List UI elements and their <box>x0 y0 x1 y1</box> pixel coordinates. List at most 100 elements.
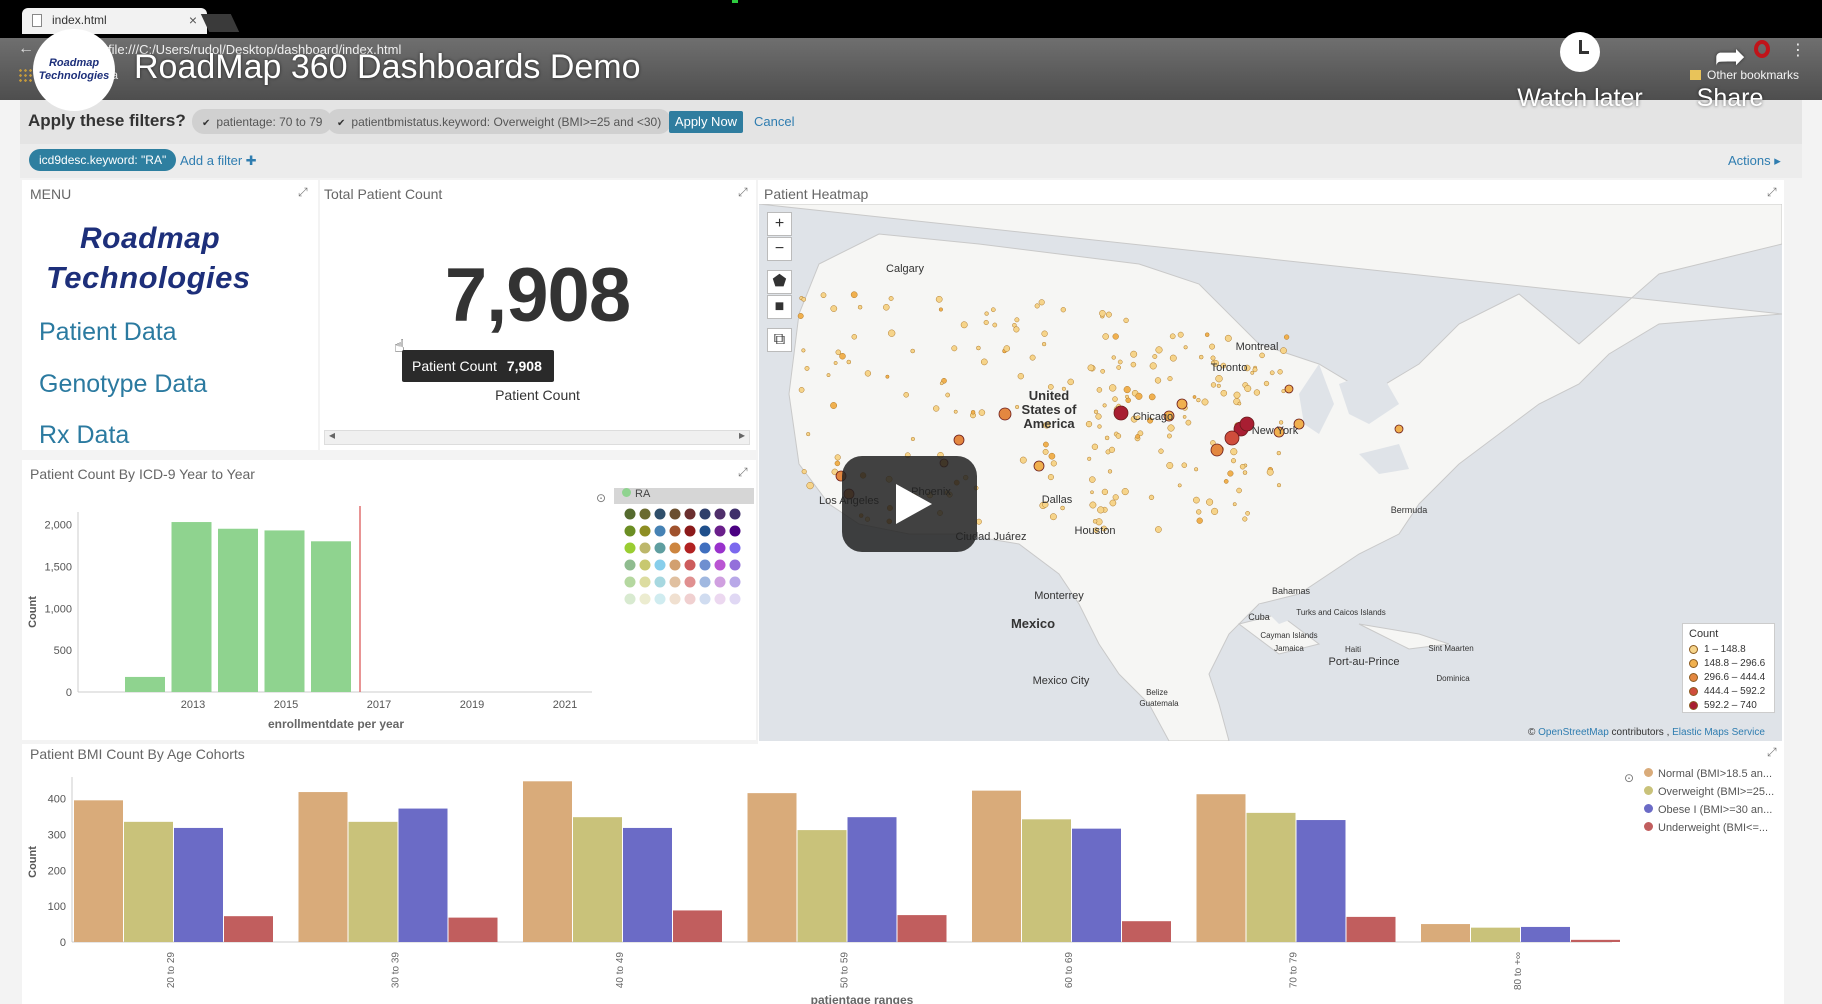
heatmap-marker <box>970 410 976 415</box>
osm-link[interactable]: OpenStreetMap <box>1538 727 1609 738</box>
series-color-picker[interactable]: RA <box>614 488 754 504</box>
heatmap-marker <box>1230 448 1238 456</box>
legend-item: 592.2 – 740 <box>1689 698 1768 712</box>
map-place-label: Mexico City <box>1033 675 1090 687</box>
scroll-left-icon[interactable]: ◂ <box>329 428 335 442</box>
pending-filter-pill[interactable]: patientage: 70 to 79 <box>192 109 333 134</box>
close-tab-icon[interactable]: × <box>189 12 197 28</box>
heatmap-marker <box>1250 370 1255 375</box>
map-place-label: Belize <box>1146 688 1168 697</box>
heatmap-marker <box>1237 401 1242 406</box>
color-swatch <box>654 559 666 571</box>
expand-icon[interactable]: ⤢ <box>738 185 748 200</box>
heatmap-marker <box>975 518 982 525</box>
color-swatch <box>729 593 741 605</box>
heatmap-marker <box>820 292 827 299</box>
bmi-bar <box>797 830 847 942</box>
bmi-bar <box>1296 820 1346 942</box>
heatmap-marker <box>806 432 811 437</box>
attribution-prefix: © <box>1528 727 1539 738</box>
bmi-bar <box>1521 926 1570 942</box>
back-arrow-icon[interactable]: ← <box>18 40 34 58</box>
heatmap-marker <box>1198 354 1204 360</box>
map-place-label: Bermuda <box>1391 505 1428 515</box>
menu-link-rx-data[interactable]: Rx Data <box>39 421 129 450</box>
color-swatch <box>729 542 741 554</box>
video-title[interactable]: RoadMap 360 Dashboards Demo <box>134 48 641 87</box>
bmi-bar <box>1346 916 1396 942</box>
scroll-right-icon[interactable]: ▸ <box>739 428 745 442</box>
draw-polygon-icon[interactable]: ⬟ <box>767 270 792 294</box>
heatmap-marker <box>1101 488 1109 496</box>
heatmap-marker <box>1111 355 1116 360</box>
heatmap-marker <box>1236 487 1242 494</box>
heatmap-marker <box>1227 470 1234 477</box>
map-place-label: Port-au-Prince <box>1329 656 1400 668</box>
color-swatch <box>699 576 711 588</box>
heatmap-marker <box>976 345 981 351</box>
legend-dot <box>1644 786 1653 795</box>
bmi-legend-item[interactable]: Underweight (BMI<=... <box>1644 822 1784 840</box>
legend-toggle-icon[interactable]: ⊙ <box>1624 771 1634 785</box>
menu-link-genotype-data[interactable]: Genotype Data <box>39 370 207 399</box>
legend-label: Obese I (BMI>=30 an... <box>1658 804 1773 816</box>
menu-kebab-icon[interactable]: ⋮ <box>1790 40 1806 60</box>
heatmap-marker <box>1242 470 1248 475</box>
heatmap-marker <box>1215 375 1223 383</box>
legend-item: 296.6 – 444.4 <box>1689 670 1768 684</box>
heatmap-marker <box>945 392 951 398</box>
cancel-link[interactable]: Cancel <box>754 114 794 129</box>
color-swatch <box>699 525 711 537</box>
bmi-bar <box>448 917 498 942</box>
heatmap-marker <box>1223 479 1229 484</box>
browser-tab[interactable]: index.html × <box>22 8 207 34</box>
expand-icon[interactable]: ⤢ <box>298 185 308 200</box>
pending-filter-pill[interactable]: patientbmistatus.keyword: Overweight (BM… <box>327 109 672 134</box>
play-button[interactable] <box>842 456 977 552</box>
bmi-legend-item[interactable]: Obese I (BMI>=30 an... <box>1644 804 1784 822</box>
expand-icon[interactable]: ⤢ <box>1767 185 1777 200</box>
zoom-in-button[interactable]: + <box>767 212 792 236</box>
heatmap-marker <box>1043 441 1049 448</box>
color-swatch-grid[interactable] <box>614 504 754 624</box>
heatmap-marker <box>1269 370 1275 376</box>
heatmap-marker <box>1097 506 1105 514</box>
legend-title: Count <box>1689 628 1719 640</box>
expand-icon[interactable]: ⤢ <box>1767 745 1777 760</box>
zoom-out-button[interactable]: − <box>767 237 792 261</box>
heatmap-marker <box>1115 433 1122 439</box>
expand-icon[interactable]: ⤢ <box>738 465 748 480</box>
map-place-label: Haiti <box>1345 645 1361 654</box>
ems-link[interactable]: Elastic Maps Service <box>1672 727 1765 738</box>
bmi-bar-chart: 0 100 200 300 400 20 to 29 30 to 39 40 to 49 50 … <box>27 777 1620 1004</box>
watch-later-button[interactable]: Watch later <box>1505 30 1655 113</box>
bmi-legend-item[interactable]: Overweight (BMI>=25... <box>1644 786 1784 804</box>
fit-bounds-icon[interactable]: ⧉ <box>767 328 792 352</box>
draw-rectangle-icon[interactable]: ■ <box>767 295 792 319</box>
map-place-label: Monterrey <box>1034 590 1084 602</box>
heatmap-marker <box>888 296 894 301</box>
actions-menu[interactable]: Actions ▸ <box>1728 153 1781 169</box>
channel-avatar[interactable]: Roadmap Technologies <box>33 29 115 111</box>
apply-now-button[interactable]: Apply Now <box>669 111 743 133</box>
heatmap-marker <box>1278 420 1284 425</box>
active-filter-chip[interactable]: icd9desc.keyword: "RA" <box>29 149 177 171</box>
heatmap-marker <box>1105 311 1112 318</box>
menu-link-patient-data[interactable]: Patient Data <box>39 318 177 347</box>
share-button[interactable]: ➦ Share <box>1680 30 1780 113</box>
heatmap-marker <box>1117 359 1123 365</box>
x-tick-label: 30 to 39 <box>391 952 402 989</box>
legend-toggle-icon[interactable]: ⊙ <box>596 491 606 505</box>
horizontal-scrollbar[interactable]: ◂ ▸ <box>324 428 750 445</box>
bmi-bar <box>124 821 173 942</box>
heatmap-marker <box>1155 346 1163 354</box>
roadmap-logo: Roadmap <box>80 222 221 255</box>
add-filter-link[interactable]: Add a filter ✚ <box>180 153 257 169</box>
apps-grid-icon[interactable] <box>18 68 32 82</box>
heatmap-marker <box>1210 443 1224 457</box>
heatmap-marker <box>1085 420 1093 428</box>
bmi-legend-item[interactable]: Normal (BMI>18.5 an... <box>1644 768 1784 786</box>
legend-label: 148.8 – 296.6 <box>1704 657 1766 669</box>
heatmap-marker <box>1130 350 1138 358</box>
map-place-label: Sint Maarten <box>1428 644 1473 653</box>
